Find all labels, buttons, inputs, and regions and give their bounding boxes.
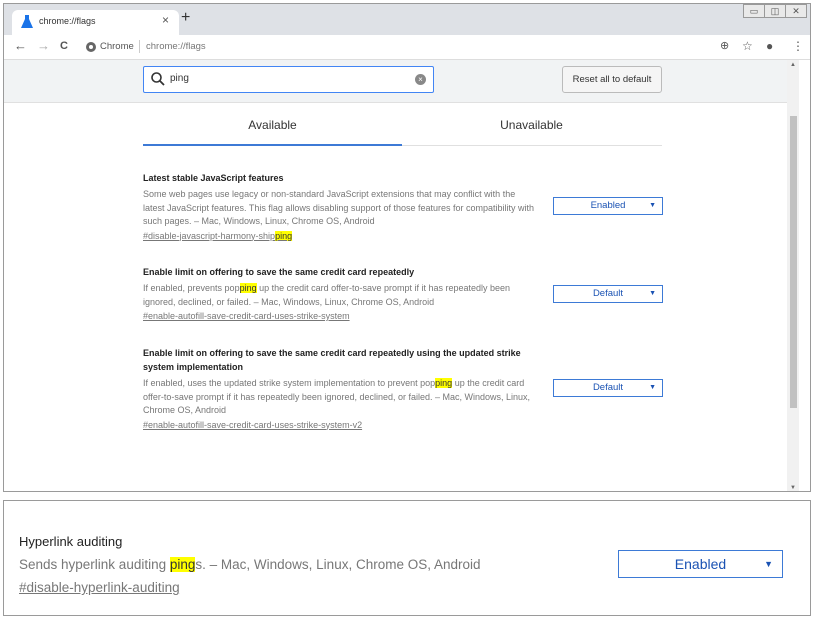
flag-title: Enable limit on offering to save the sam… — [143, 267, 415, 277]
flask-icon — [21, 15, 33, 28]
browser-toolbar: ← → C Chrome chrome://flags ⊕ ☆ ● ⋮ — [4, 35, 810, 60]
active-tab-indicator — [143, 144, 402, 146]
new-tab-button[interactable]: + — [181, 9, 190, 27]
browser-window: chrome://flags × + ▭ ◫ ✕ ← → C Chrome ch… — [3, 3, 811, 492]
flag-description: If enabled, prevents popping up the cred… — [143, 283, 511, 307]
browser-tab[interactable]: chrome://flags × — [12, 10, 179, 35]
zoom-icon[interactable]: ⊕ — [720, 39, 729, 52]
close-tab-icon[interactable]: × — [162, 13, 169, 27]
minimize-button[interactable]: ▭ — [743, 4, 765, 18]
back-icon[interactable]: ← — [14, 38, 27, 53]
page-scrollbar[interactable]: ▲ ▼ — [787, 60, 799, 491]
zoomed-flag-select-value: Enabled — [674, 556, 727, 572]
omnibox-divider — [139, 40, 140, 53]
scrollbar-thumb[interactable] — [790, 116, 797, 408]
flag-link[interactable]: #disable-javascript-harmony-shipping — [143, 229, 663, 243]
zoomed-flag-link[interactable]: #disable-hyperlink-auditing — [19, 580, 180, 595]
maximize-button[interactable]: ◫ — [764, 4, 786, 18]
zoomed-flag-description: Sends hyperlink auditing pings. – Mac, W… — [19, 557, 481, 572]
flags-tabs: Available Unavailable — [143, 103, 662, 146]
window-controls: ▭ ◫ ✕ — [743, 4, 807, 18]
flag-description: If enabled, uses the updated strike syst… — [143, 378, 531, 415]
flag-link[interactable]: #enable-autofill-save-credit-card-uses-s… — [143, 309, 663, 323]
omnibox-site-label: Chrome — [100, 41, 134, 52]
flag-title: Enable limit on offering to save the sam… — [143, 348, 521, 372]
chevron-down-icon: ▼ — [764, 559, 773, 569]
scroll-down-icon[interactable]: ▼ — [790, 485, 796, 491]
search-icon — [151, 72, 165, 86]
flag-item: Enable limit on offering to save the sam… — [143, 265, 663, 323]
tab-available[interactable]: Available — [143, 118, 402, 132]
account-icon[interactable]: ● — [766, 39, 773, 53]
flag-title: Latest stable JavaScript features — [143, 173, 284, 183]
flag-select[interactable]: Default ▼ — [553, 379, 663, 397]
flag-item: Latest stable JavaScript features Some w… — [143, 171, 663, 243]
flag-select-value: Default — [592, 288, 624, 299]
reload-icon[interactable]: C — [60, 40, 68, 52]
search-box[interactable]: × — [143, 66, 434, 93]
menu-icon[interactable]: ⋮ — [792, 39, 804, 53]
flag-item: Enable limit on offering to save the sam… — [143, 346, 663, 432]
flag-select[interactable]: Enabled ▼ — [553, 197, 663, 215]
zoomed-flag-panel: Hyperlink auditing Sends hyperlink audit… — [3, 500, 811, 616]
search-input[interactable] — [170, 73, 400, 84]
reset-all-button[interactable]: Reset all to default — [562, 66, 662, 93]
flag-select[interactable]: Default ▼ — [553, 285, 663, 303]
bookmark-star-icon[interactable]: ☆ — [742, 39, 753, 53]
flag-description: Some web pages use legacy or non-standar… — [143, 189, 535, 226]
forward-icon[interactable]: → — [37, 38, 50, 53]
close-window-button[interactable]: ✕ — [785, 4, 807, 18]
flag-link[interactable]: #enable-autofill-save-credit-card-uses-s… — [143, 418, 663, 432]
clear-search-icon[interactable]: × — [415, 74, 426, 85]
tab-strip: chrome://flags × + ▭ ◫ ✕ — [4, 4, 810, 35]
chevron-down-icon: ▼ — [649, 384, 656, 391]
tab-title: chrome://flags — [39, 16, 96, 26]
scroll-up-icon[interactable]: ▲ — [790, 62, 796, 68]
flags-page: × Reset all to default Available Unavail… — [4, 60, 799, 491]
tab-unavailable[interactable]: Unavailable — [402, 118, 661, 132]
zoomed-flag-select[interactable]: Enabled ▼ — [618, 550, 783, 578]
flags-header: × Reset all to default — [4, 60, 799, 103]
zoomed-flag-title: Hyperlink auditing — [19, 534, 123, 549]
chevron-down-icon: ▼ — [649, 290, 656, 297]
chrome-logo-icon — [86, 42, 96, 52]
flag-select-value: Enabled — [590, 200, 626, 211]
address-bar[interactable]: chrome://flags — [146, 41, 206, 52]
flag-select-value: Default — [592, 382, 624, 393]
chevron-down-icon: ▼ — [649, 202, 656, 209]
